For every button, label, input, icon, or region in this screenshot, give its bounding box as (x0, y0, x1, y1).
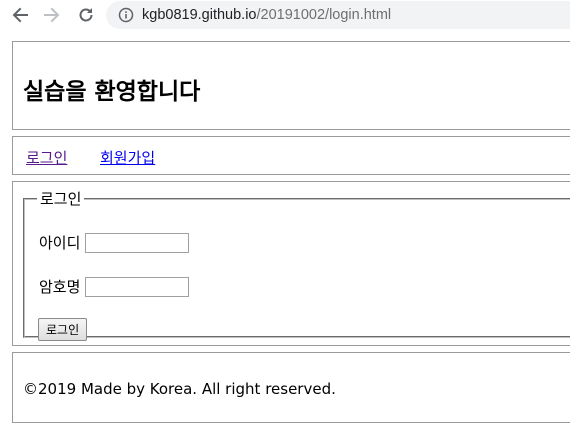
login-legend: 로그인 (40, 190, 82, 208)
login-button[interactable]: 로그인 (38, 318, 88, 341)
reload-icon (79, 8, 93, 22)
page-title: 실습을 환영합니다 (23, 79, 201, 105)
reload-button[interactable] (74, 3, 98, 27)
id-input[interactable] (85, 232, 190, 253)
forward-button[interactable] (40, 3, 64, 27)
arrow-right-icon (44, 7, 60, 23)
footer-section: ©2019 Made by Korea. All right reserved. (12, 352, 570, 423)
info-icon[interactable] (118, 7, 134, 23)
nav-signup-link[interactable]: 회원가입 (100, 147, 155, 168)
login-fieldset: 로그인 아이디 암호명 로그인 (23, 190, 570, 341)
password-label: 암호명 (39, 278, 81, 296)
id-label: 아이디 (39, 234, 81, 252)
password-input[interactable] (85, 276, 190, 297)
url-path: /20191002/login.html (256, 7, 392, 23)
nav-login-link[interactable]: 로그인 (26, 147, 67, 168)
url-host: kgb0819.github.io (142, 7, 257, 23)
id-row: 아이디 (39, 232, 190, 253)
password-row: 암호명 (39, 276, 190, 297)
back-button[interactable] (8, 3, 32, 27)
nav-section: 로그인 회원가입 (12, 136, 570, 175)
header-section: 실습을 환영합니다 (12, 41, 570, 130)
address-bar[interactable]: kgb0819.github.io/20191002/login.html (106, 1, 570, 29)
url-text: kgb0819.github.io/20191002/login.html (142, 7, 391, 23)
browser-toolbar: kgb0819.github.io/20191002/login.html (0, 0, 570, 30)
login-section: 로그인 아이디 암호명 로그인 (12, 181, 570, 346)
footer-copyright: ©2019 Made by Korea. All right reserved. (23, 380, 336, 398)
arrow-left-icon (12, 7, 28, 23)
